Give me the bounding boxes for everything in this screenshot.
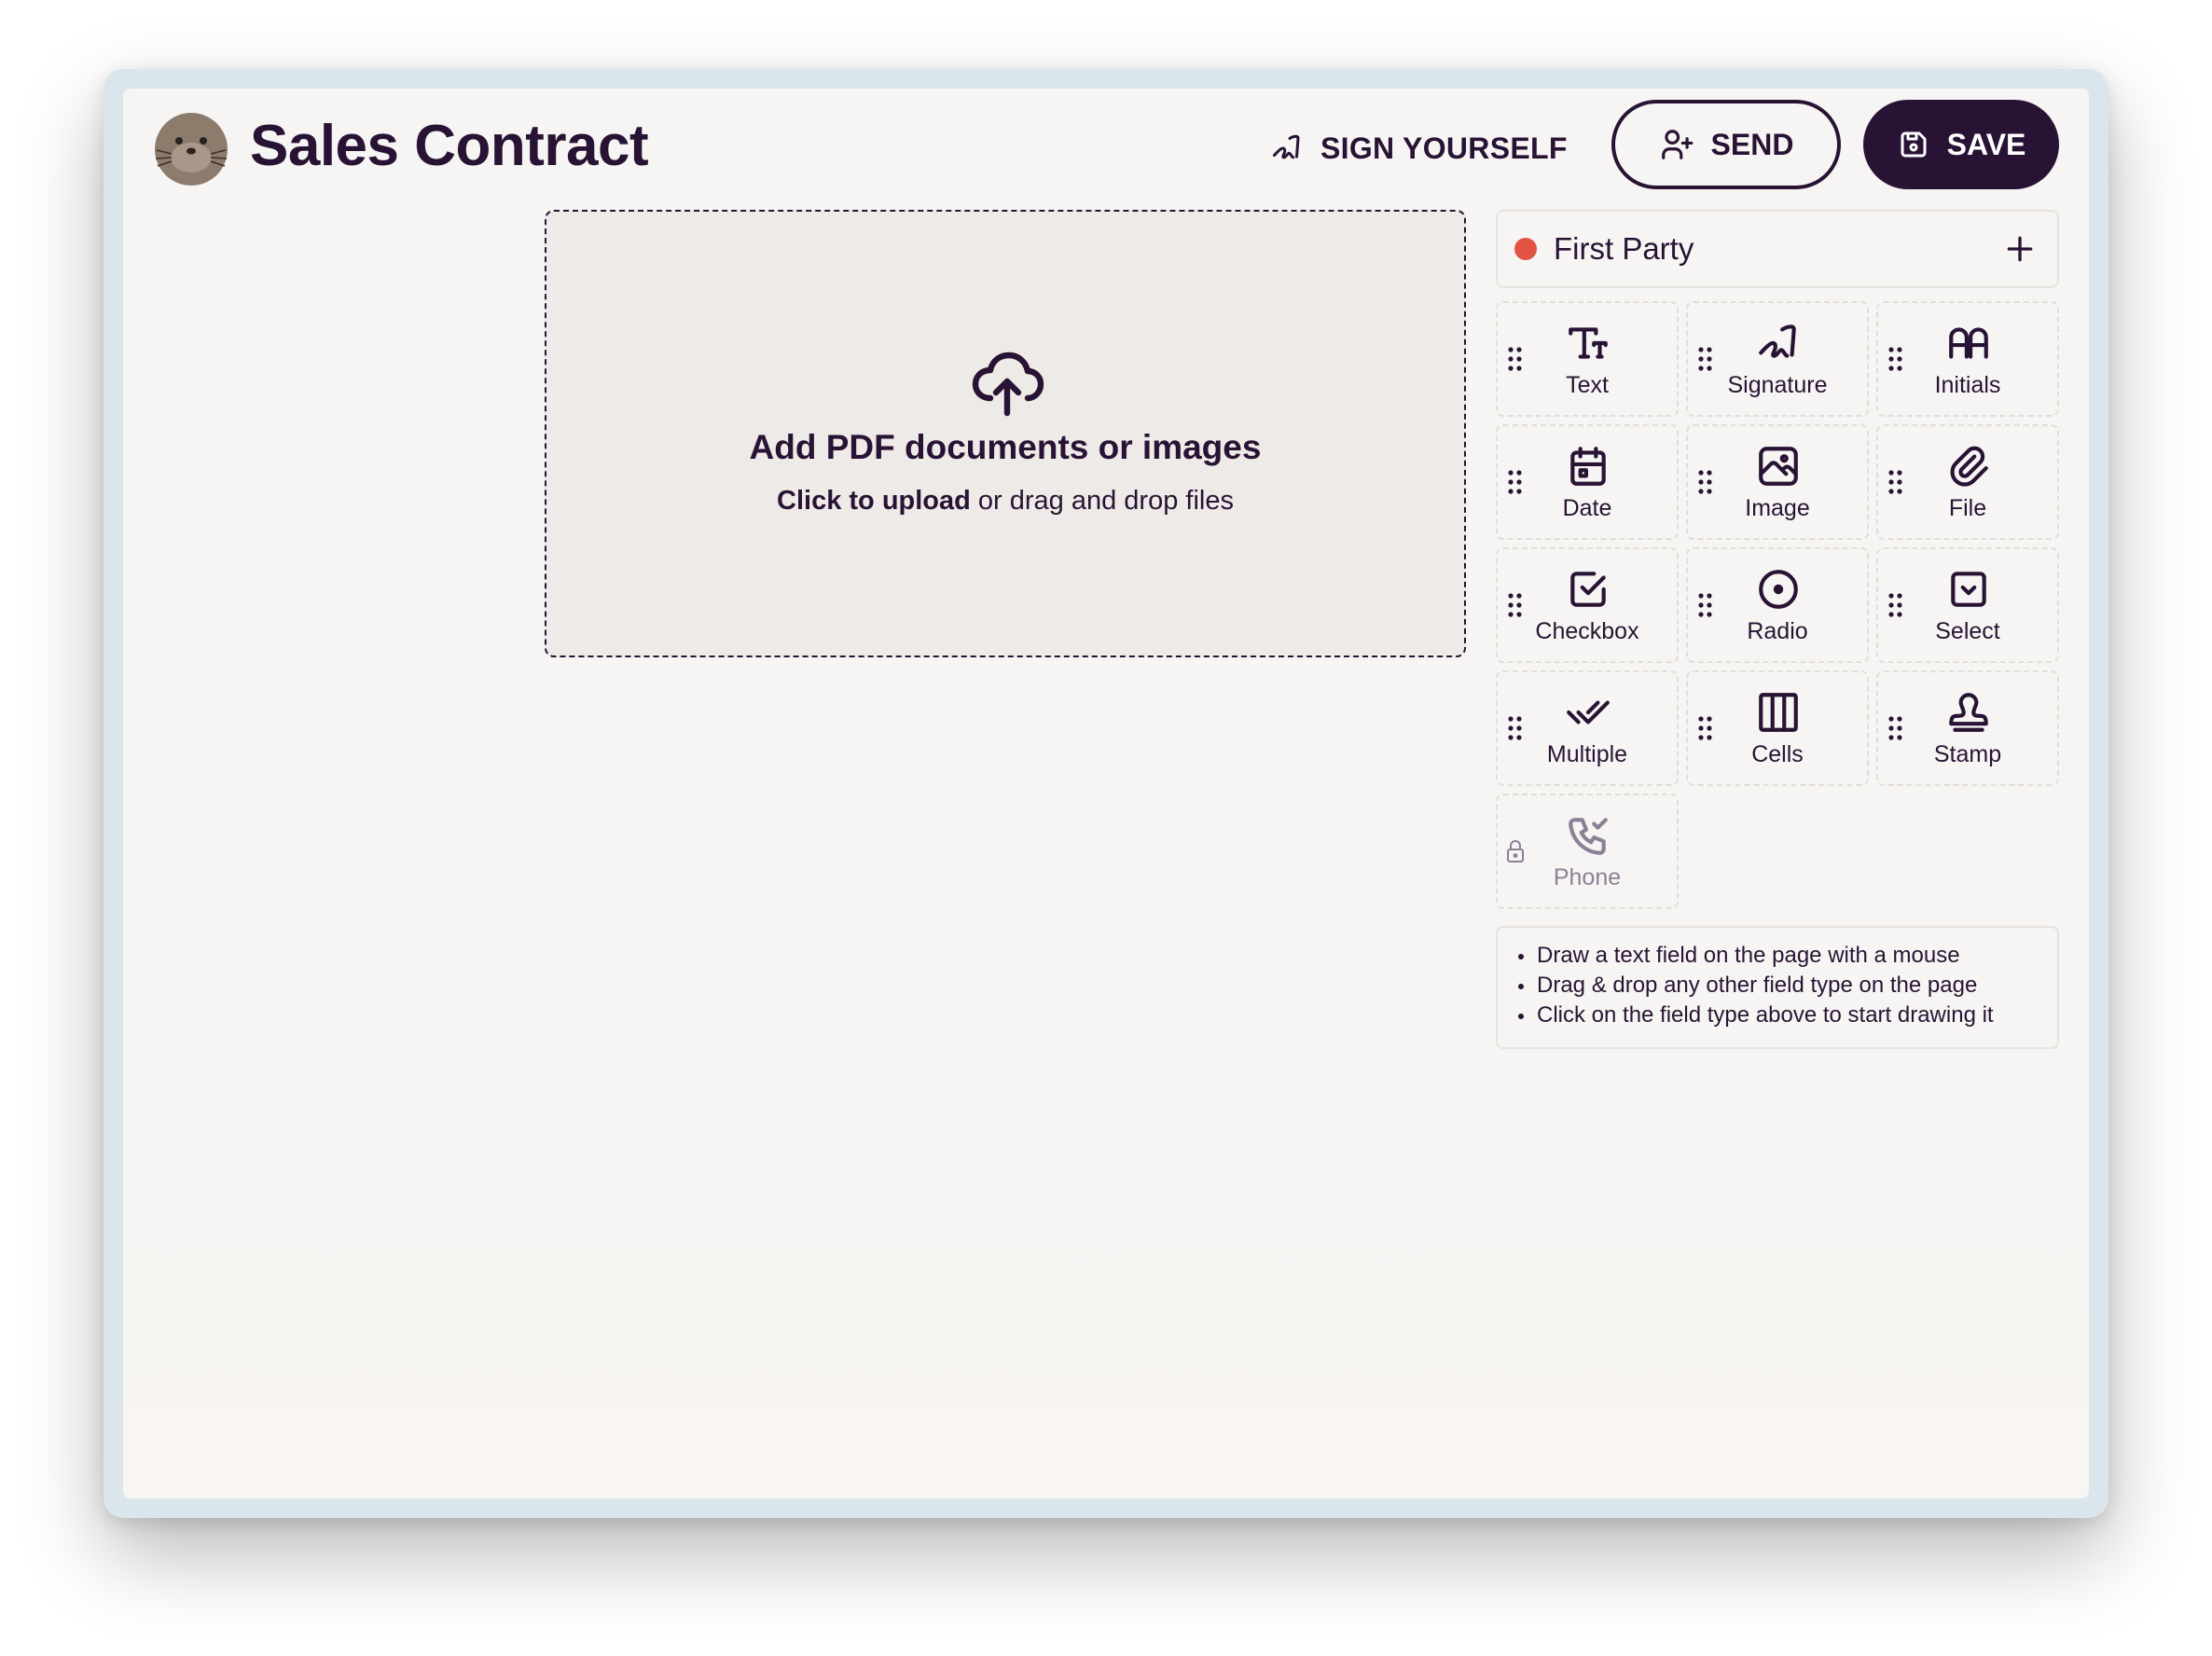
field-type-phone[interactable]: Phone (1496, 794, 1679, 909)
drag-handle-icon[interactable] (1505, 713, 1526, 743)
seal-logo-icon (155, 113, 228, 186)
drag-handle-icon[interactable] (1886, 344, 1906, 374)
user-plus-icon (1661, 130, 1693, 159)
field-type-text[interactable]: Text (1496, 301, 1679, 417)
field-type-label: Select (1935, 618, 2000, 644)
field-type-label: Cells (1751, 741, 1804, 767)
initials-icon (1949, 327, 1988, 359)
checkbox-icon (1570, 572, 1606, 607)
drag-handle-icon[interactable] (1886, 590, 1906, 620)
field-type-cells[interactable]: Cells (1686, 670, 1869, 786)
drag-handle-icon[interactable] (1886, 467, 1906, 497)
floppy-disk-icon (1901, 131, 1927, 158)
sign-yourself-button[interactable]: SIGN YOURSELF (1270, 118, 1568, 178)
field-type-label: Text (1566, 372, 1609, 398)
drag-handle-icon[interactable] (1505, 344, 1526, 374)
signature-icon (1273, 134, 1300, 159)
sign-yourself-label: SIGN YOURSELF (1320, 131, 1568, 165)
party-name: First Party (1554, 231, 1694, 266)
hints-list: Draw a text field on the page with a mou… (1496, 926, 2059, 1049)
drag-handle-icon[interactable] (1695, 467, 1716, 497)
image-icon (1759, 447, 1798, 486)
field-type-radio[interactable]: Radio (1686, 547, 1869, 663)
send-button[interactable]: SEND (1611, 100, 1841, 189)
lock-icon (1507, 840, 1524, 862)
save-label: SAVE (1946, 127, 2026, 161)
field-type-label: File (1948, 495, 1987, 521)
field-type-label: Checkbox (1535, 618, 1639, 644)
app-window: Sales Contract SIGN YOURSELF SEND SAVE A… (123, 89, 2089, 1498)
drag-handle-icon[interactable] (1886, 713, 1906, 743)
header: Sales Contract SIGN YOURSELF SEND SAVE (123, 89, 2089, 210)
field-type-label: Radio (1747, 618, 1808, 644)
party-color-dot (1514, 238, 1537, 260)
select-icon (1951, 572, 1986, 607)
columns-icon (1759, 693, 1798, 732)
stamp-icon (1949, 693, 1988, 732)
save-button[interactable]: SAVE (1863, 100, 2059, 189)
upload-title: Add PDF documents or images (749, 428, 1262, 466)
cloud-upload-icon (972, 352, 1044, 417)
party-selector[interactable]: First Party (1496, 210, 2059, 288)
app-window-frame: Sales Contract SIGN YOURSELF SEND SAVE A… (104, 69, 2108, 1518)
send-label: SEND (1710, 127, 1794, 161)
calendar-icon (1570, 447, 1606, 486)
hint-item: Click on the field type above to start d… (1516, 1000, 2057, 1030)
radio-icon (1759, 570, 1798, 609)
plus-icon[interactable] (2001, 230, 2039, 268)
field-type-file[interactable]: File (1876, 424, 2059, 540)
drag-handle-icon[interactable] (1695, 713, 1716, 743)
upload-dropzone[interactable]: Add PDF documents or images Click to upl… (545, 210, 1466, 657)
phone-check-icon (1569, 818, 1608, 855)
field-type-label: Date (1562, 495, 1612, 521)
field-type-select[interactable]: Select (1876, 547, 2059, 663)
drag-handle-icon[interactable] (1695, 344, 1716, 374)
field-type-label: Stamp (1933, 741, 2002, 767)
upload-drag-text: or drag and drop files (970, 486, 1234, 516)
field-type-multiple[interactable]: Multiple (1496, 670, 1679, 786)
drag-handle-icon[interactable] (1505, 590, 1526, 620)
signature-icon (1759, 324, 1796, 358)
hint-item: Draw a text field on the page with a mou… (1516, 941, 2057, 971)
field-type-initials[interactable]: Initials (1876, 301, 2059, 417)
field-type-signature[interactable]: Signature (1686, 301, 1869, 417)
field-type-label: Initials (1934, 372, 2001, 398)
field-type-checkbox[interactable]: Checkbox (1496, 547, 1679, 663)
hint-item: Drag & drop any other field type on the … (1516, 971, 2057, 1000)
field-type-label: Signature (1727, 372, 1828, 398)
field-type-label: Phone (1553, 864, 1622, 890)
upload-subtitle: Click to upload or drag and drop files (546, 486, 1464, 517)
field-type-image[interactable]: Image (1686, 424, 1869, 540)
field-type-date[interactable]: Date (1496, 424, 1679, 540)
paperclip-icon (1950, 446, 1988, 487)
field-type-stamp[interactable]: Stamp (1876, 670, 2059, 786)
field-type-label: Multiple (1546, 741, 1628, 767)
page-title: Sales Contract (250, 114, 649, 178)
text-size-icon (1569, 327, 1608, 359)
double-check-icon (1567, 700, 1610, 724)
drag-handle-icon[interactable] (1695, 590, 1716, 620)
field-type-label: Image (1745, 495, 1810, 521)
upload-click-text[interactable]: Click to upload (777, 486, 971, 516)
drag-handle-icon[interactable] (1505, 467, 1526, 497)
